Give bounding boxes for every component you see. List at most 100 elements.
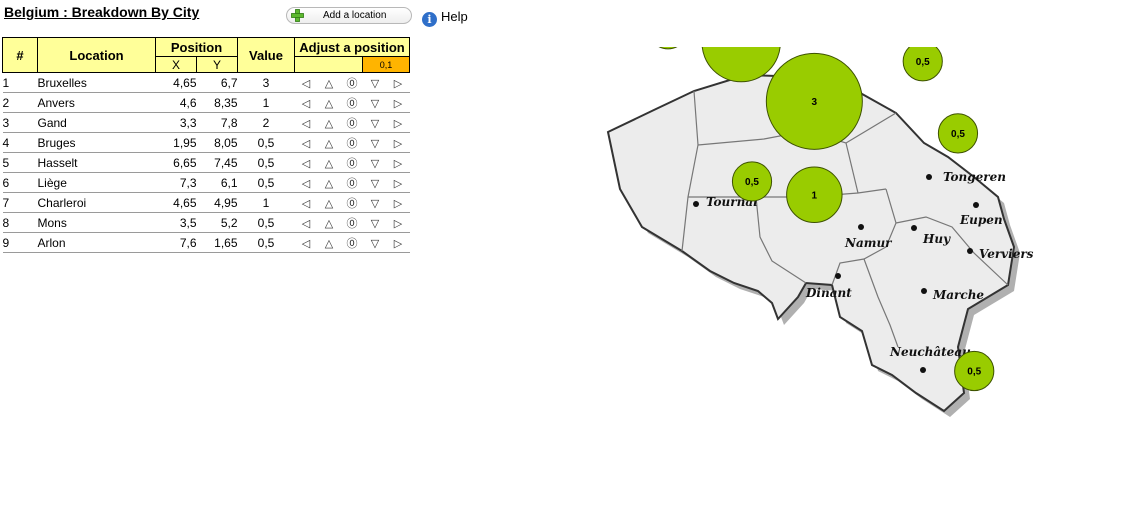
row-num[interactable]: 9 xyxy=(2,232,38,253)
row-y[interactable]: 5,2 xyxy=(196,212,238,233)
reset-button[interactable]: ⓪ xyxy=(341,175,364,191)
row-y[interactable]: 7,8 xyxy=(196,112,238,133)
reset-button[interactable]: ⓪ xyxy=(341,195,364,211)
move-right-button[interactable]: ▷ xyxy=(387,197,410,210)
move-down-button[interactable]: ▽ xyxy=(364,97,387,110)
table-row: 3 Gand 3,3 7,8 2 ◁ △ ⓪ ▽ ▷ xyxy=(2,112,410,133)
row-num[interactable]: 8 xyxy=(2,212,38,233)
row-location[interactable]: Charleroi xyxy=(37,192,156,213)
move-up-button[interactable]: △ xyxy=(318,77,341,90)
move-right-button[interactable]: ▷ xyxy=(387,157,410,170)
move-down-button[interactable]: ▽ xyxy=(364,137,387,150)
move-right-button[interactable]: ▷ xyxy=(387,237,410,250)
row-value[interactable]: 1 xyxy=(237,92,295,113)
adjust-controls: ◁ △ ⓪ ▽ ▷ xyxy=(294,132,410,153)
move-up-button[interactable]: △ xyxy=(318,197,341,210)
info-icon: i xyxy=(422,12,437,27)
row-location[interactable]: Liège xyxy=(37,172,156,193)
move-down-button[interactable]: ▽ xyxy=(364,197,387,210)
move-right-button[interactable]: ▷ xyxy=(387,77,410,90)
move-left-button[interactable]: ◁ xyxy=(295,97,318,110)
row-location[interactable]: Arlon xyxy=(37,232,156,253)
move-left-button[interactable]: ◁ xyxy=(295,157,318,170)
move-up-button[interactable]: △ xyxy=(318,137,341,150)
row-y[interactable]: 8,35 xyxy=(196,92,238,113)
move-down-button[interactable]: ▽ xyxy=(364,237,387,250)
move-right-button[interactable]: ▷ xyxy=(387,217,410,230)
row-location[interactable]: Gand xyxy=(37,112,156,133)
move-down-button[interactable]: ▽ xyxy=(364,77,387,90)
move-left-button[interactable]: ◁ xyxy=(295,237,318,250)
row-x[interactable]: 1,95 xyxy=(155,132,197,153)
row-value[interactable]: 0,5 xyxy=(237,212,295,233)
move-left-button[interactable]: ◁ xyxy=(295,197,318,210)
move-right-button[interactable]: ▷ xyxy=(387,117,410,130)
move-up-button[interactable]: △ xyxy=(318,117,341,130)
row-value[interactable]: 0,5 xyxy=(237,232,295,253)
row-x[interactable]: 4,6 xyxy=(155,92,197,113)
move-left-button[interactable]: ◁ xyxy=(295,117,318,130)
row-x[interactable]: 7,3 xyxy=(155,172,197,193)
move-up-button[interactable]: △ xyxy=(318,237,341,250)
row-x[interactable]: 4,65 xyxy=(155,192,197,213)
row-y[interactable]: 6,7 xyxy=(196,72,238,93)
row-num[interactable]: 3 xyxy=(2,112,38,133)
reset-button[interactable]: ⓪ xyxy=(341,75,364,91)
row-x[interactable]: 4,65 xyxy=(155,72,197,93)
row-y[interactable]: 6,1 xyxy=(196,172,238,193)
row-value[interactable]: 2 xyxy=(237,112,295,133)
move-right-button[interactable]: ▷ xyxy=(387,137,410,150)
row-y[interactable]: 4,95 xyxy=(196,192,238,213)
move-down-button[interactable]: ▽ xyxy=(364,157,387,170)
move-right-button[interactable]: ▷ xyxy=(387,177,410,190)
row-num[interactable]: 1 xyxy=(2,72,38,93)
help-link[interactable]: i Help xyxy=(422,9,468,27)
row-x[interactable]: 6,65 xyxy=(155,152,197,173)
table-row: 5 Hasselt 6,65 7,45 0,5 ◁ △ ⓪ ▽ ▷ xyxy=(2,152,410,173)
row-location[interactable]: Anvers xyxy=(37,92,156,113)
reset-button[interactable]: ⓪ xyxy=(341,115,364,131)
row-location[interactable]: Bruxelles xyxy=(37,72,156,93)
reset-button[interactable]: ⓪ xyxy=(341,235,364,251)
move-down-button[interactable]: ▽ xyxy=(364,177,387,190)
add-location-button[interactable]: Add a location xyxy=(286,7,412,24)
move-up-button[interactable]: △ xyxy=(318,177,341,190)
reset-button[interactable]: ⓪ xyxy=(341,215,364,231)
row-value[interactable]: 3 xyxy=(237,72,295,93)
city-label-eupen: Eupen xyxy=(959,213,1003,227)
row-y[interactable]: 7,45 xyxy=(196,152,238,173)
row-location[interactable]: Hasselt xyxy=(37,152,156,173)
row-location[interactable]: Bruges xyxy=(37,132,156,153)
move-down-button[interactable]: ▽ xyxy=(364,217,387,230)
row-value[interactable]: 0,5 xyxy=(237,172,295,193)
row-value[interactable]: 1 xyxy=(237,192,295,213)
row-y[interactable]: 1,65 xyxy=(196,232,238,253)
row-y[interactable]: 8,05 xyxy=(196,132,238,153)
row-location[interactable]: Mons xyxy=(37,212,156,233)
row-x[interactable]: 3,5 xyxy=(155,212,197,233)
move-right-button[interactable]: ▷ xyxy=(387,97,410,110)
reset-button[interactable]: ⓪ xyxy=(341,155,364,171)
row-value[interactable]: 0,5 xyxy=(237,152,295,173)
row-num[interactable]: 4 xyxy=(2,132,38,153)
step-size-cell[interactable]: 0,1 xyxy=(362,56,410,73)
move-up-button[interactable]: △ xyxy=(318,217,341,230)
move-left-button[interactable]: ◁ xyxy=(295,77,318,90)
move-left-button[interactable]: ◁ xyxy=(295,177,318,190)
reset-button[interactable]: ⓪ xyxy=(341,95,364,111)
row-num[interactable]: 2 xyxy=(2,92,38,113)
move-up-button[interactable]: △ xyxy=(318,157,341,170)
row-num[interactable]: 5 xyxy=(2,152,38,173)
move-left-button[interactable]: ◁ xyxy=(295,217,318,230)
move-up-button[interactable]: △ xyxy=(318,97,341,110)
row-x[interactable]: 7,6 xyxy=(155,232,197,253)
move-down-button[interactable]: ▽ xyxy=(364,117,387,130)
row-num[interactable]: 6 xyxy=(2,172,38,193)
row-x[interactable]: 3,3 xyxy=(155,112,197,133)
city-label-verviers: Verviers xyxy=(979,247,1034,261)
move-left-button[interactable]: ◁ xyxy=(295,137,318,150)
row-num[interactable]: 7 xyxy=(2,192,38,213)
reset-button[interactable]: ⓪ xyxy=(341,135,364,151)
bubble xyxy=(658,47,678,50)
row-value[interactable]: 0,5 xyxy=(237,132,295,153)
